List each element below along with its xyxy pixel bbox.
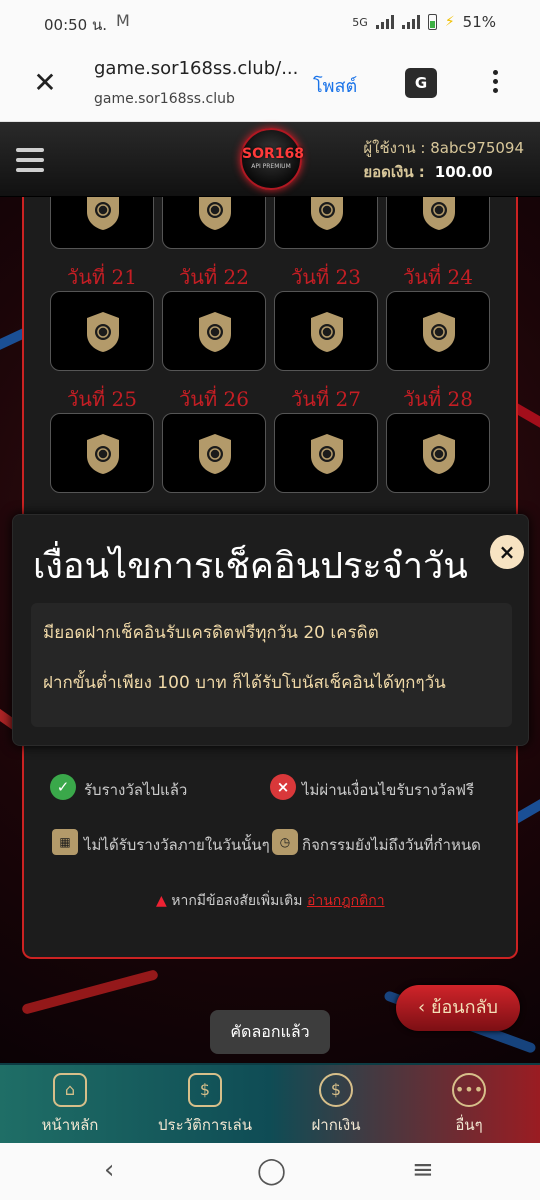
nav-deposit-label: ฝากเงิน <box>311 1116 361 1134</box>
site-header: SOR168 API PREMIUM ผู้ใช้งาน : 8abc97509… <box>0 122 540 197</box>
condition-line-2: ฝากขั้นต่ำเพียง 100 บาท ก็ได้รับโบนัสเช็… <box>43 673 446 693</box>
status-time: 00:50 น. <box>44 16 108 34</box>
day-cell[interactable] <box>386 413 490 493</box>
status-bar: 00:50 น. M 5G ⚡ 51% <box>0 0 540 44</box>
day-label: วันที่ 23 <box>291 265 361 289</box>
shield-clock-icon <box>199 434 231 474</box>
legend-failed: ไม่ผ่านเงื่อนไขรับรางวัลฟรี <box>302 781 475 799</box>
day-cell[interactable] <box>274 197 378 249</box>
day-cell[interactable] <box>50 197 154 249</box>
logo-subtext: API PREMIUM <box>251 163 291 170</box>
page-title: game.sor168ss.club/... <box>94 58 299 79</box>
home-icon: ⌂ <box>53 1073 87 1107</box>
nav-history[interactable]: $ ประวัติการเล่น <box>150 1073 260 1137</box>
modal-title: เงื่อนไขการเช็คอินประจำวัน <box>33 546 468 587</box>
day-label: วันที่ 26 <box>179 387 249 411</box>
site-logo[interactable]: SOR168 API PREMIUM <box>240 128 304 190</box>
shield-clock-icon <box>199 197 231 230</box>
copied-toast: คัดลอกแล้ว <box>210 1010 330 1054</box>
legend-received: รับรางวัลไปแล้ว <box>84 781 188 799</box>
day-cell[interactable] <box>162 197 266 249</box>
more-icon: ••• <box>452 1073 486 1107</box>
signal-icon-2 <box>401 15 420 29</box>
day-cell[interactable] <box>162 413 266 493</box>
shield-clock-icon <box>423 312 455 352</box>
day-label: วันที่ 21 <box>67 265 137 289</box>
nav-deposit[interactable]: $ ฝากเงิน <box>296 1073 376 1137</box>
back-icon[interactable]: ‹ <box>104 1155 114 1185</box>
checkin-conditions-modal: เงื่อนไขการเช็คอินประจำวัน × มียอดฝากเช็… <box>12 514 529 746</box>
balance-label: ยอดเงิน : <box>363 163 425 181</box>
close-icon[interactable]: × <box>490 535 524 569</box>
day-cell[interactable] <box>386 197 490 249</box>
battery-percent: 51% <box>462 13 496 31</box>
warning-icon: ▲ <box>156 893 167 909</box>
day-label: วันที่ 25 <box>67 387 137 411</box>
shield-clock-icon <box>87 197 119 230</box>
check-icon: ✓ <box>50 774 76 800</box>
legend-missed: ไม่ได้รับรางวัลภายในวันนั้นๆ <box>84 836 270 854</box>
back-button-label: ย้อนกลับ <box>430 997 498 1018</box>
battery-icon <box>427 14 437 30</box>
network-label: 5G <box>352 15 368 29</box>
nav-home-label: หน้าหลัก <box>41 1116 99 1134</box>
help-text: หากมีข้อสงสัยเพิ่มเติม <box>171 893 303 909</box>
browser-toolbar: ✕ game.sor168ss.club/... game.sor168ss.c… <box>0 44 540 122</box>
shield-clock-icon <box>311 312 343 352</box>
modal-body: มียอดฝากเช็คอินรับเครดิตฟรีทุกวัน 20 เคร… <box>31 603 512 727</box>
shield-clock-icon <box>311 434 343 474</box>
menu-icon[interactable] <box>16 148 44 178</box>
day-label: วันที่ 28 <box>403 387 473 411</box>
username-label: ผู้ใช้งาน : <box>363 139 426 157</box>
signal-icon <box>375 15 394 29</box>
shield-clock-icon <box>311 197 343 230</box>
bottom-nav: ⌂ หน้าหลัก $ ประวัติการเล่น $ ฝากเงิน ••… <box>0 1063 540 1143</box>
home-circle-icon[interactable]: ◯ <box>257 1156 286 1186</box>
legend-not-yet: กิจกรรมยังไม่ถึงวันที่กำหนด <box>302 836 481 854</box>
nav-history-label: ประวัติการเล่น <box>158 1116 252 1134</box>
deposit-icon: $ <box>319 1073 353 1107</box>
charging-icon: ⚡ <box>444 14 455 30</box>
system-nav-bar: ‹ ◯ ≡ <box>0 1143 540 1200</box>
nav-more-label: อื่นๆ <box>455 1116 483 1134</box>
shield-clock-icon <box>87 312 119 352</box>
day-cell[interactable] <box>50 413 154 493</box>
help-notice: ▲ หากมีข้อสงสัยเพิ่มเติม อ่านกฎกติกา <box>156 890 385 912</box>
day-label: วันที่ 22 <box>179 265 249 289</box>
day-cell[interactable] <box>50 291 154 371</box>
shield-clock-icon <box>423 434 455 474</box>
day-cell[interactable] <box>274 291 378 371</box>
logo-text: SOR168 <box>242 146 304 162</box>
rules-link[interactable]: อ่านกฎกติกา <box>307 893 385 909</box>
day-cell[interactable] <box>274 413 378 493</box>
page-domain: game.sor168ss.club <box>94 91 235 107</box>
history-icon: $ <box>188 1073 222 1107</box>
translate-icon[interactable]: G <box>405 68 437 98</box>
day-cell[interactable] <box>162 291 266 371</box>
balance-value: 100.00 <box>434 163 493 181</box>
condition-line-1: มียอดฝากเช็คอินรับเครดิตฟรีทุกวัน 20 เคร… <box>43 623 379 643</box>
user-info: ผู้ใช้งาน : 8abc975094 ยอดเงิน : 100.00 <box>363 136 524 184</box>
gmail-icon: M <box>116 11 130 30</box>
back-button[interactable]: ‹ ย้อนกลับ <box>396 985 520 1031</box>
close-icon[interactable]: ✕ <box>30 66 60 99</box>
nav-home[interactable]: ⌂ หน้าหลัก <box>30 1073 110 1137</box>
username: 8abc975094 <box>430 139 524 157</box>
shield-clock-icon <box>423 197 455 230</box>
day-label: วันที่ 27 <box>291 387 361 411</box>
day-label: วันที่ 24 <box>403 265 473 289</box>
nav-more[interactable]: ••• อื่นๆ <box>434 1073 504 1137</box>
more-menu-icon[interactable] <box>485 70 505 100</box>
shield-clock-icon <box>87 434 119 474</box>
recents-icon[interactable]: ≡ <box>412 1155 434 1185</box>
shield-clock-icon: ◷ <box>272 829 298 855</box>
calendar-icon: ▦ <box>52 829 78 855</box>
post-button[interactable]: โพสต์ <box>313 71 357 100</box>
cross-icon: × <box>270 774 296 800</box>
day-cell[interactable] <box>386 291 490 371</box>
chevron-left-icon: ‹ <box>418 997 431 1018</box>
shield-clock-icon <box>199 312 231 352</box>
status-icons: 5G ⚡ 51% <box>352 13 496 31</box>
